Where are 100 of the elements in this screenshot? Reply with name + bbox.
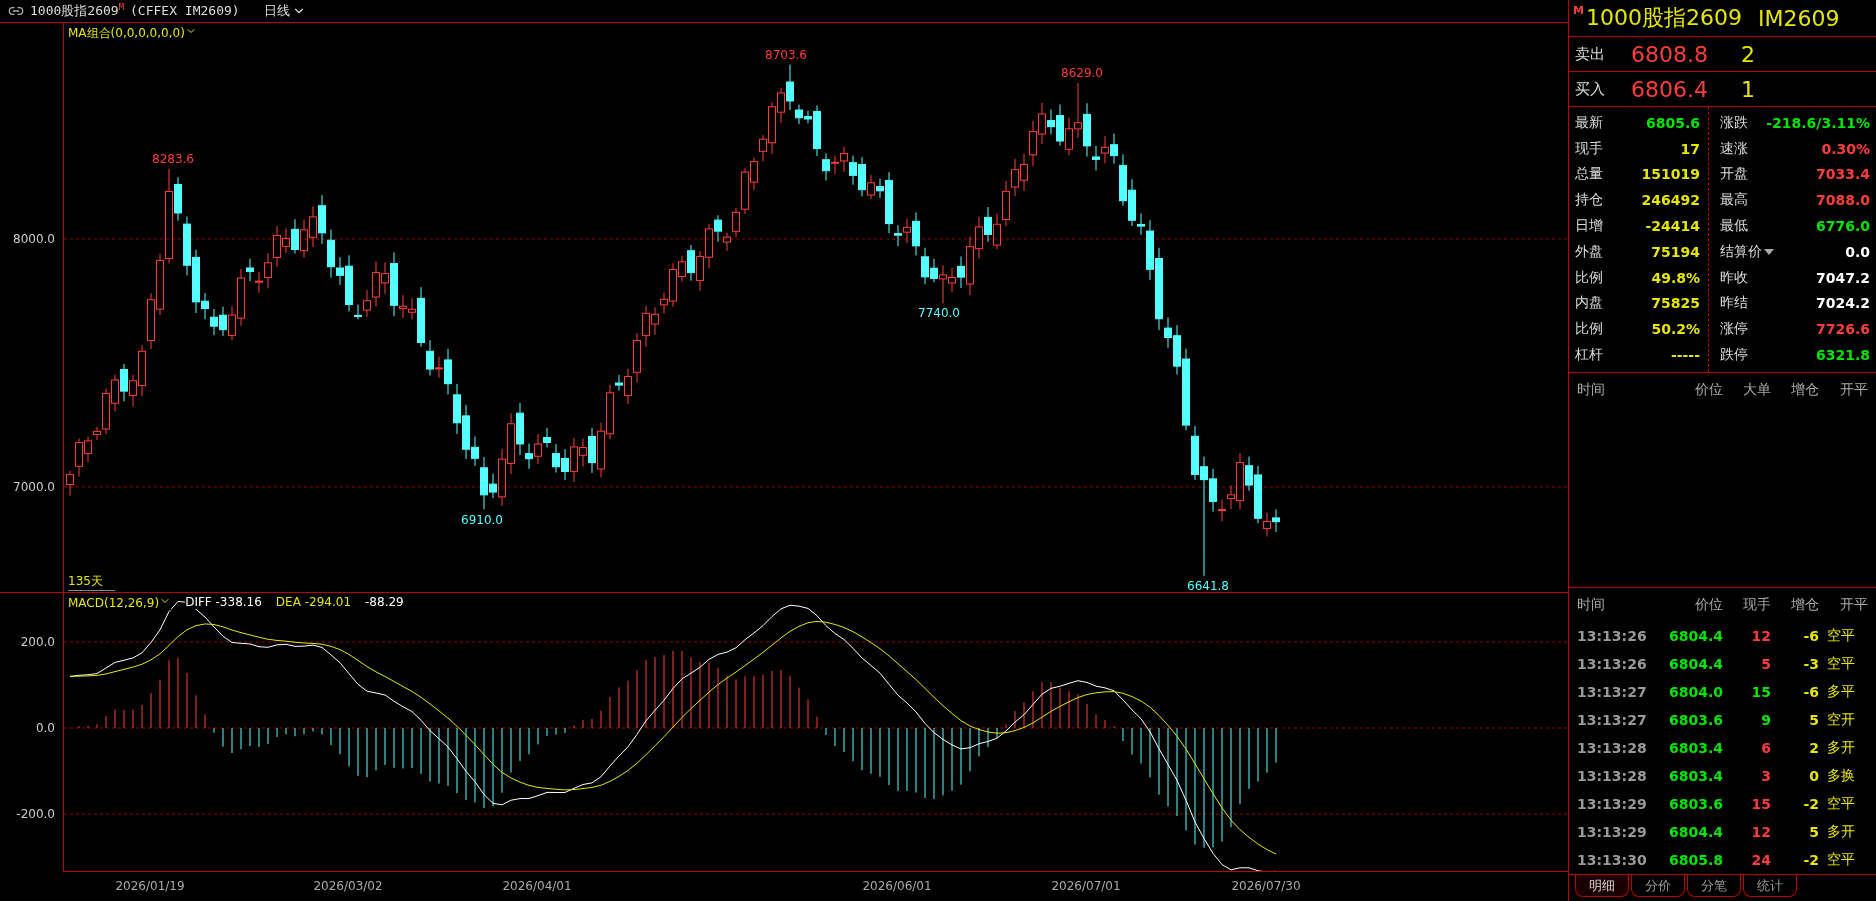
time-cell-text: 13:13:27 <box>1577 712 1648 728</box>
column-header: 大单 <box>1742 380 1771 399</box>
action-cell-text: 多开 <box>1826 739 1856 757</box>
date-label: 2026/06/01 <box>862 878 932 893</box>
price-label: 8629.0 <box>1061 65 1103 80</box>
stat-label: 总量 <box>1575 165 1603 184</box>
price-cell-text: 6803.6 <box>1667 712 1723 728</box>
volume-cell-text: 6 <box>1760 740 1771 756</box>
stat-value: 0.0 <box>1845 243 1870 260</box>
price-label: 6641.8 <box>1187 578 1229 593</box>
price-label: 7740.0 <box>918 305 960 320</box>
stat-label: 持仓 <box>1575 191 1603 210</box>
stat-label: 速涨 <box>1719 139 1748 158</box>
action-cell-text: 多开 <box>1826 823 1856 841</box>
market-mark: M <box>1573 4 1584 17</box>
period-dropdown[interactable]: 日线 <box>263 1 306 20</box>
time-cell-text: 13:13:29 <box>1577 796 1648 812</box>
quote-price: 6808.8 <box>1631 41 1709 67</box>
price-cell-text: 6803.4 <box>1667 740 1723 756</box>
action-cell-text: 空平 <box>1826 851 1856 869</box>
date-label: 2026/07/01 <box>1051 878 1121 893</box>
stat-value: 6321.8 <box>1815 347 1870 364</box>
column-header: 价位 <box>1694 596 1723 614</box>
stat-value: 49.8% <box>1651 269 1700 286</box>
stat-label[interactable]: 结算价 <box>1708 242 1774 261</box>
stat-label: 比例 <box>1575 320 1603 339</box>
volume-cell-text: 15 <box>1750 684 1771 700</box>
indicator-dropdown[interactable]: MACD(12,26,9) <box>68 594 172 610</box>
diff-value: DIFF -338.16 <box>185 595 262 610</box>
action-cell-text: 空平 <box>1826 795 1856 813</box>
action-cell-text: 多换 <box>1826 767 1856 785</box>
stat-label: 杠杆 <box>1575 346 1603 365</box>
quote-label: 买入 <box>1575 79 1606 99</box>
time-cell-text: 13:13:27 <box>1577 684 1648 700</box>
stat-value: 75194 <box>1651 243 1700 260</box>
stat-label: 内盘 <box>1575 294 1603 313</box>
price-cell-text: 6805.8 <box>1667 852 1723 868</box>
stat-value: 7024.2 <box>1815 295 1870 312</box>
volume-cell-text: 12 <box>1750 628 1771 644</box>
stat-label: 涨跌 <box>1719 113 1748 132</box>
stat-label: 昨收 <box>1719 268 1748 287</box>
stat-label: 最高 <box>1719 191 1748 210</box>
change-cell-text: 0 <box>1808 768 1819 784</box>
column-header: 增仓 <box>1790 596 1819 614</box>
stat-label: 现手 <box>1575 139 1603 158</box>
dropdown-icon[interactable] <box>1764 248 1774 255</box>
stat-value: 246492 <box>1641 192 1700 209</box>
action-cell-text: 空开 <box>1826 711 1856 729</box>
stat-value: 6805.6 <box>1645 114 1700 131</box>
date-label: 2026/03/02 <box>313 878 383 893</box>
column-header: 现手 <box>1742 596 1771 614</box>
action-cell-text: 空平 <box>1826 627 1856 645</box>
stat-label: 开盘 <box>1719 165 1748 184</box>
date-label: 2026/07/30 <box>1231 878 1301 893</box>
stat-label: 最低 <box>1719 217 1748 236</box>
price-label: 6910.0 <box>461 512 503 527</box>
volume-cell-text: 12 <box>1750 824 1771 840</box>
change-cell-text: -6 <box>1802 628 1819 644</box>
time-cell-text: 13:13:26 <box>1577 656 1648 672</box>
stat-value: 6776.0 <box>1815 218 1870 235</box>
stat-value: 50.2% <box>1651 321 1700 338</box>
change-cell-text: 2 <box>1808 740 1819 756</box>
axis-label: 7000.0 <box>13 479 55 494</box>
panel-tab[interactable]: 分笔 <box>1687 875 1741 897</box>
stat-label: 最新 <box>1575 113 1603 132</box>
panel-tab[interactable]: 分价 <box>1631 875 1685 897</box>
stat-value: 75825 <box>1651 295 1700 312</box>
time-cell-text: 13:13:28 <box>1577 740 1648 756</box>
stat-value: 151019 <box>1641 166 1700 183</box>
time-cell-text: 13:13:28 <box>1577 768 1648 784</box>
axis-label: 8000.0 <box>13 231 55 246</box>
quote-volume: 1 <box>1741 76 1756 102</box>
indicator-dropdown[interactable]: MA组合(0,0,0,0,0,0) <box>68 24 197 42</box>
change-cell-text: -2 <box>1802 796 1819 812</box>
change-cell-text: -3 <box>1802 656 1819 672</box>
date-label: 2026/01/19 <box>115 878 185 893</box>
quote-volume: 2 <box>1741 41 1756 67</box>
time-cell-text: 13:13:30 <box>1577 852 1648 868</box>
volume-cell-text: 9 <box>1760 712 1771 728</box>
quote-label: 卖出 <box>1575 44 1606 64</box>
change-cell-text: 5 <box>1808 712 1819 728</box>
volume-cell-text: 24 <box>1750 852 1771 868</box>
contract-code: IM2609 <box>1757 5 1840 31</box>
stat-label: 昨结 <box>1719 294 1748 313</box>
stat-label: 涨停 <box>1719 320 1748 339</box>
axis-label: 0.0 <box>35 720 55 735</box>
column-header: 价位 <box>1694 380 1723 399</box>
column-header: 时间 <box>1577 380 1606 399</box>
action-cell-text: 多平 <box>1826 683 1856 701</box>
column-header: 时间 <box>1577 596 1606 614</box>
span-label: 135天 <box>68 572 115 591</box>
price-label: 8703.6 <box>765 47 807 62</box>
panel-tab[interactable]: 统计 <box>1743 875 1797 897</box>
panel-tab[interactable]: 明细 <box>1575 875 1629 897</box>
action-cell-text: 空平 <box>1826 655 1856 673</box>
quote-price: 6806.4 <box>1631 76 1709 102</box>
stat-value: -218.6/3.11% <box>1766 114 1870 131</box>
price-cell-text: 6804.0 <box>1667 684 1723 700</box>
stat-value: -24414 <box>1645 218 1700 235</box>
stat-value: 17 <box>1680 140 1700 157</box>
